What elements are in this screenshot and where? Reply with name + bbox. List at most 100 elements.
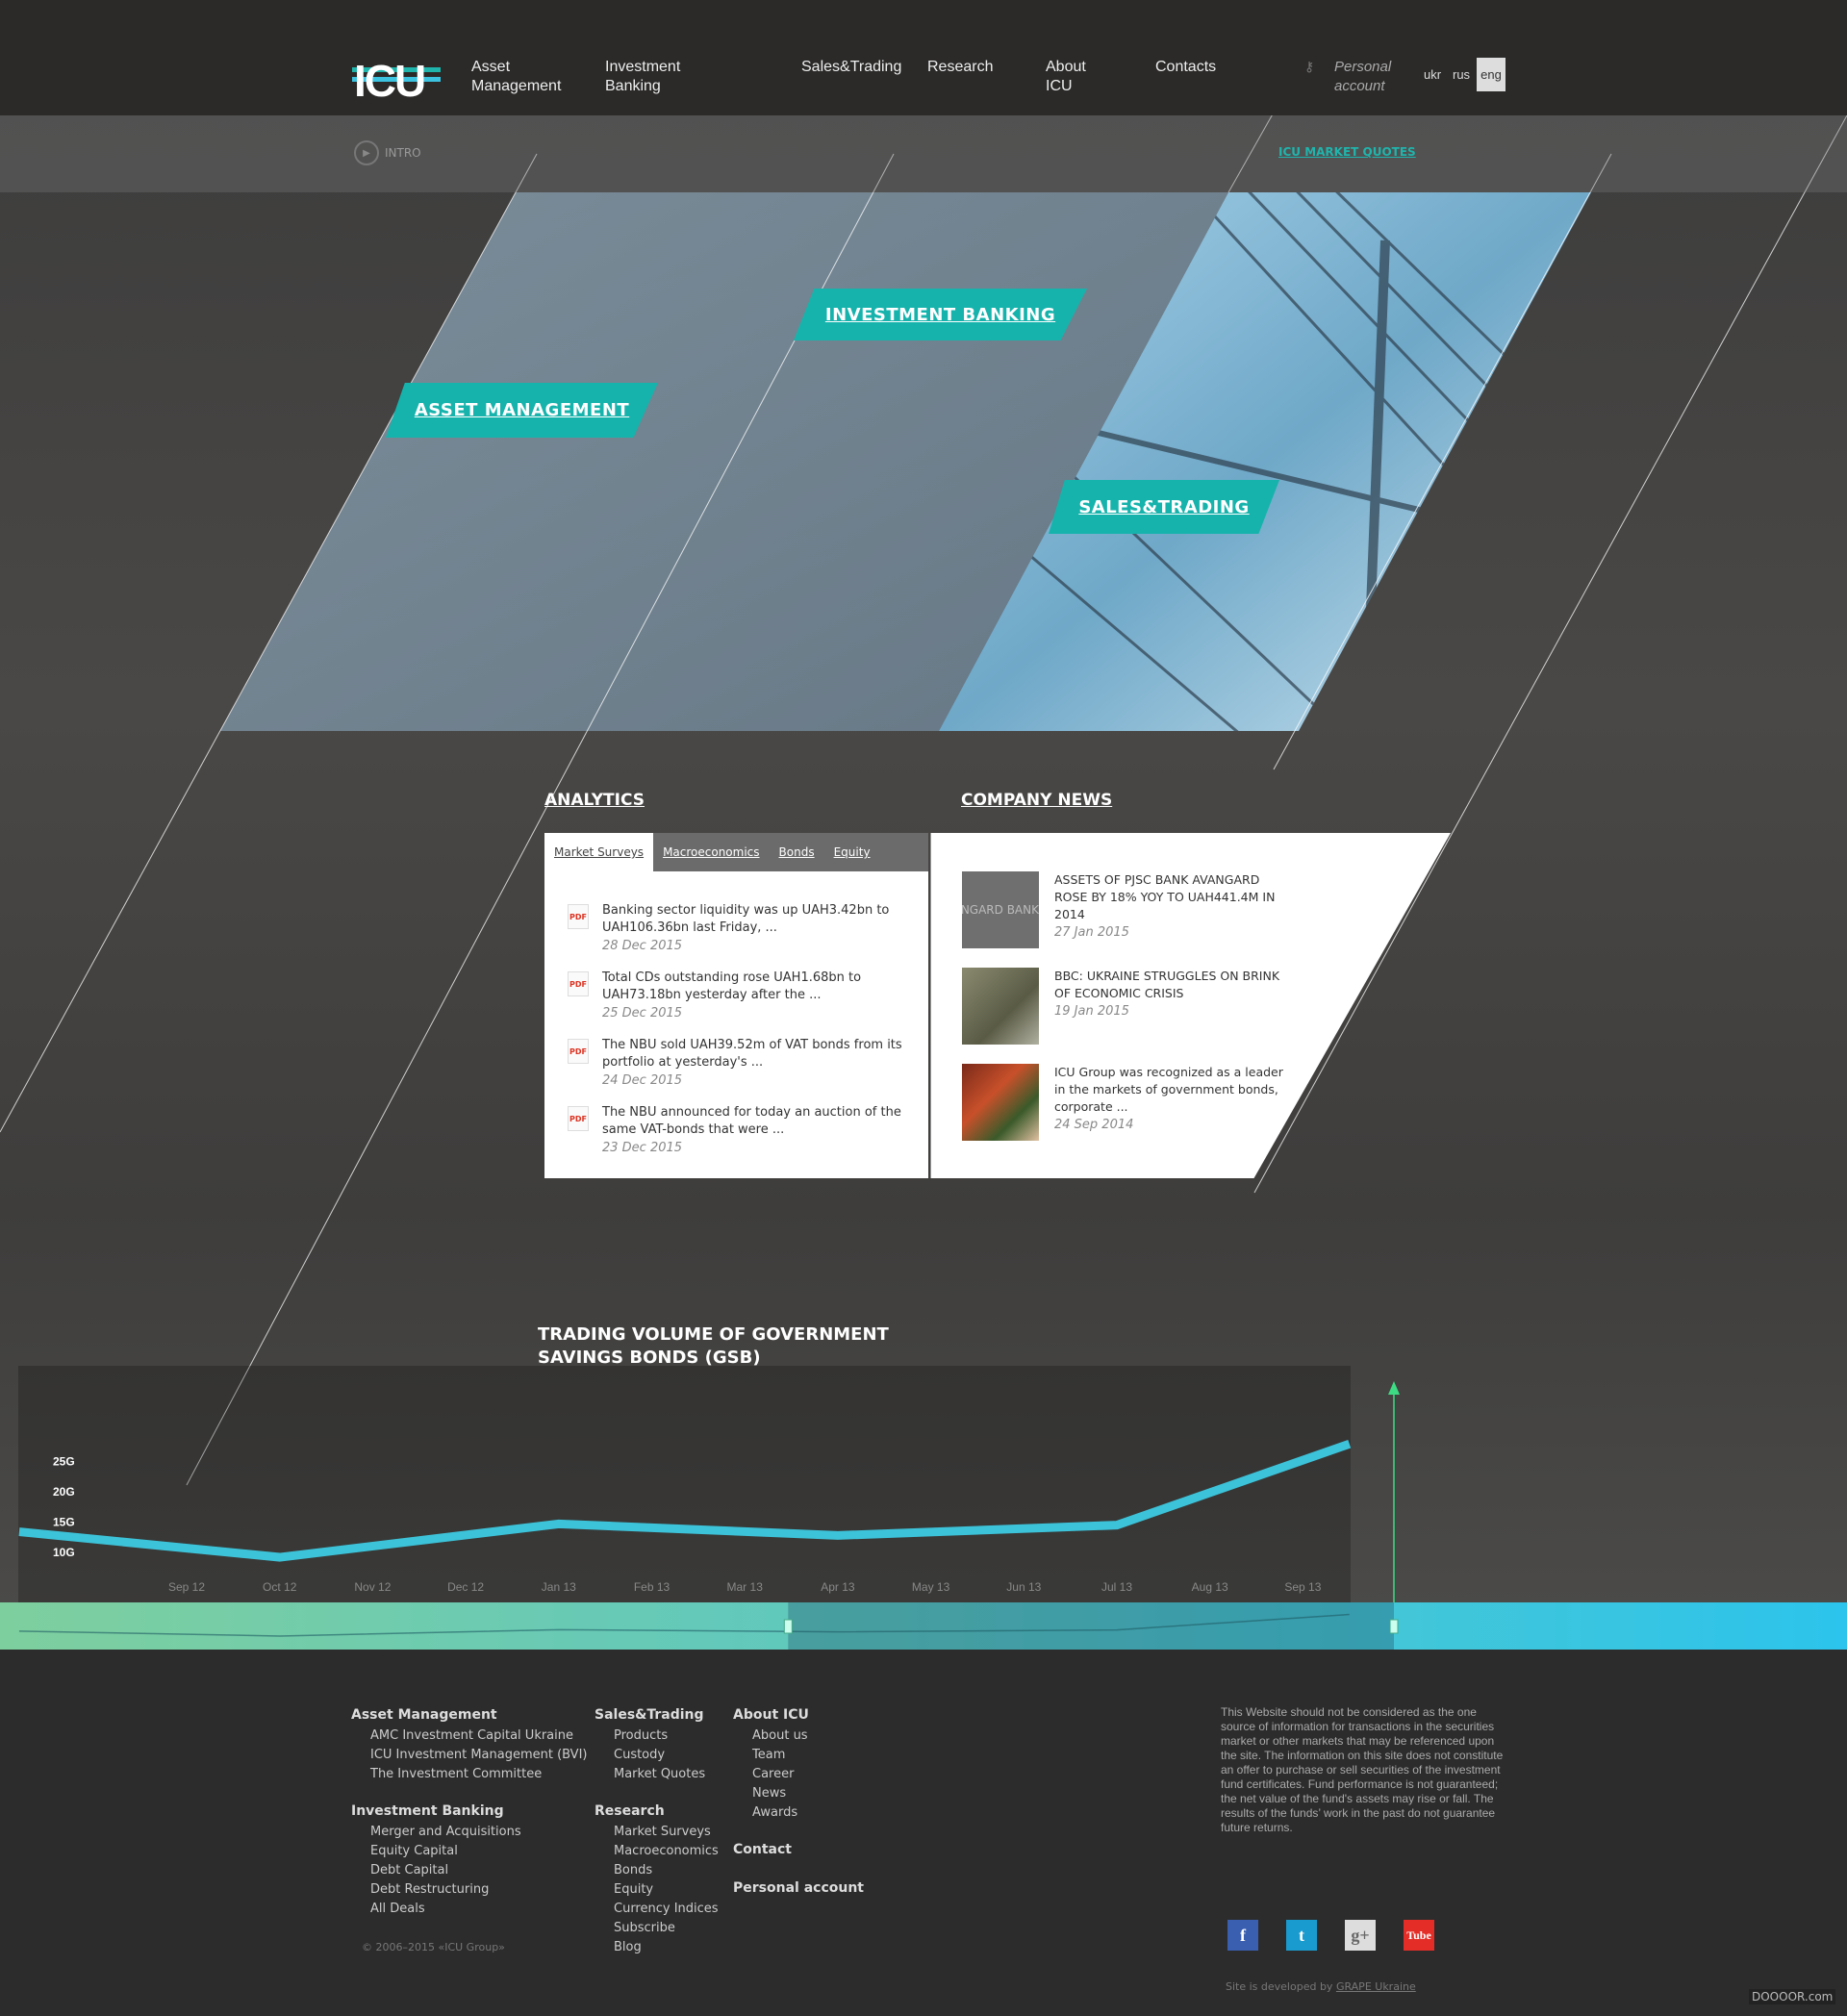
analytics-item[interactable]: PDF Banking sector liquidity was up UAH3.… xyxy=(568,902,914,956)
svg-text:ICU: ICU xyxy=(354,56,424,100)
footer-link[interactable]: News xyxy=(752,1786,786,1801)
nav-sales-trading[interactable]: Sales&Trading xyxy=(801,58,917,77)
news-thumbnail[interactable]: AVANGARD BANK xyxy=(962,871,1039,948)
analytics-item-body: Total CDs outstanding rose UAH1.68bn to … xyxy=(602,970,914,1023)
twitter-icon[interactable]: t xyxy=(1286,1920,1317,1951)
pdf-icon: PDF xyxy=(568,1106,589,1131)
footer-heading-contact[interactable]: Contact xyxy=(733,1842,792,1857)
footer-link[interactable]: Equity Capital xyxy=(370,1844,458,1858)
x-tick-label: Feb 13 xyxy=(634,1580,670,1594)
asset-management-ribbon[interactable]: ASSET MANAGEMENT xyxy=(386,383,658,438)
footer-link[interactable]: AMC Investment Capital Ukraine xyxy=(370,1728,573,1743)
tab-macroeconomics[interactable]: Macroeconomics xyxy=(653,833,769,871)
footer-heading-investment-banking[interactable]: Investment Banking xyxy=(351,1803,504,1819)
nav-contacts[interactable]: Contacts xyxy=(1155,58,1271,77)
grape-ukraine-link[interactable]: GRAPE Ukraine xyxy=(1336,1980,1416,1993)
tab-equity[interactable]: Equity xyxy=(824,833,880,871)
news-item-date: 24 Sep 2014 xyxy=(1054,1118,1134,1132)
youtube-icon[interactable]: Tube xyxy=(1404,1920,1434,1951)
navigator-handle[interactable] xyxy=(783,1619,793,1634)
footer-link[interactable]: Subscribe xyxy=(614,1921,675,1935)
plot-area xyxy=(18,1366,1351,1602)
company-news-title[interactable]: COMPANY NEWS xyxy=(961,791,1112,810)
footer-link[interactable]: Market Quotes xyxy=(614,1767,705,1781)
pdf-icon: PDF xyxy=(568,971,589,996)
footer-link[interactable]: Currency Indices xyxy=(614,1902,719,1916)
lang-ukr[interactable]: ukr xyxy=(1424,67,1441,82)
tab-bonds[interactable]: Bonds xyxy=(770,833,824,871)
analytics-item-text[interactable]: Total CDs outstanding rose UAH1.68bn to … xyxy=(602,970,914,1004)
lang-rus[interactable]: rus xyxy=(1453,67,1470,82)
footer-heading-sales-trading[interactable]: Sales&Trading xyxy=(595,1707,704,1723)
navigator-handle[interactable] xyxy=(1389,1619,1399,1634)
analytics-item-date: 23 Dec 2015 xyxy=(602,1141,683,1155)
news-thumbnail[interactable] xyxy=(962,1064,1039,1141)
footer-heading-asset-management[interactable]: Asset Management xyxy=(351,1707,497,1723)
play-icon: ▶ xyxy=(354,140,379,165)
analytics-item-text[interactable]: Banking sector liquidity was up UAH3.42b… xyxy=(602,902,914,937)
news-item[interactable]: AVANGARD BANK ASSETS OF PJSC BANK AVANGAR… xyxy=(962,871,1289,948)
analytics-item-date: 28 Dec 2015 xyxy=(602,939,683,953)
google-plus-icon[interactable]: g+ xyxy=(1345,1920,1376,1951)
nav-about-icu[interactable]: About ICU xyxy=(1046,58,1161,96)
x-tick-label: Dec 12 xyxy=(447,1580,484,1594)
news-item[interactable]: ICU Group was recognized as a leader in … xyxy=(962,1064,1289,1141)
footer-link[interactable]: Merger and Acquisitions xyxy=(370,1825,521,1839)
footer-link[interactable]: About us xyxy=(752,1728,808,1743)
lang-eng-active[interactable]: eng xyxy=(1477,58,1505,91)
footer-link[interactable]: Team xyxy=(752,1748,785,1762)
news-thumbnail[interactable] xyxy=(962,968,1039,1045)
footer-link[interactable]: Custody xyxy=(614,1748,665,1762)
x-tick-label: May 13 xyxy=(912,1580,950,1594)
footer-link[interactable]: Career xyxy=(752,1767,794,1781)
x-tick-label: Sep 13 xyxy=(1284,1580,1321,1594)
news-item-text[interactable]: BBC: UKRAINE STRUGGLES ON BRINK OF ECONO… xyxy=(1054,968,1289,1002)
y-tick-label: 20G xyxy=(53,1485,75,1499)
investment-banking-ribbon[interactable]: INVESTMENT BANKING xyxy=(794,289,1087,340)
news-item-body: ICU Group was recognized as a leader in … xyxy=(1054,1064,1289,1141)
analytics-item-text[interactable]: The NBU announced for today an auction o… xyxy=(602,1104,914,1139)
footer-heading-personal-account[interactable]: Personal account xyxy=(733,1880,864,1896)
analytics-title[interactable]: ANALYTICS xyxy=(544,791,645,810)
nav-investment-banking[interactable]: Investment Banking xyxy=(605,58,721,96)
disclaimer: This Website should not be considered as… xyxy=(1221,1705,1504,1834)
footer-heading-research[interactable]: Research xyxy=(595,1803,665,1819)
footer-link[interactable]: All Deals xyxy=(370,1902,425,1916)
analytics-item-date: 25 Dec 2015 xyxy=(602,1006,683,1021)
footer-link[interactable]: Debt Capital xyxy=(370,1863,448,1877)
news-item[interactable]: BBC: UKRAINE STRUGGLES ON BRINK OF ECONO… xyxy=(962,968,1289,1045)
footer-link[interactable]: Macroeconomics xyxy=(614,1844,719,1858)
navigator-window[interactable] xyxy=(788,1602,1394,1651)
analytics-item-text[interactable]: The NBU sold UAH39.52m of VAT bonds from… xyxy=(602,1037,914,1071)
nav-asset-management[interactable]: Asset Management xyxy=(471,58,587,96)
gsb-chart: 25G 20G 15G 10G Sep 12 Oct 12 Nov 12 Dec 12 Jan … xyxy=(0,1366,1847,1651)
news-item-body: ASSETS OF PJSC BANK AVANGARD ROSE BY 18%… xyxy=(1054,871,1289,948)
sales-trading-ribbon[interactable]: SALES&TRADING xyxy=(1049,480,1279,534)
analytics-item-body: The NBU announced for today an auction o… xyxy=(602,1104,914,1158)
analytics-item[interactable]: PDF The NBU sold UAH39.52m of VAT bonds f… xyxy=(568,1037,914,1091)
footer-link[interactable]: Awards xyxy=(752,1805,797,1820)
analytics-item[interactable]: PDF Total CDs outstanding rose UAH1.68bn … xyxy=(568,970,914,1023)
footer-heading-about-icu[interactable]: About ICU xyxy=(733,1707,809,1723)
pdf-icon: PDF xyxy=(568,904,589,929)
footer-link[interactable]: The Investment Committee xyxy=(370,1767,542,1781)
market-quotes-link[interactable]: ICU MARKET QUOTES xyxy=(1278,145,1416,159)
analytics-item[interactable]: PDF The NBU announced for today an auctio… xyxy=(568,1104,914,1158)
news-item-text[interactable]: ICU Group was recognized as a leader in … xyxy=(1054,1064,1289,1116)
x-tick-label: Sep 12 xyxy=(168,1580,205,1594)
footer-link[interactable]: Blog xyxy=(614,1940,642,1954)
facebook-icon[interactable]: f xyxy=(1227,1920,1258,1951)
nav-research[interactable]: Research xyxy=(927,58,1043,77)
footer-link[interactable]: Debt Restructuring xyxy=(370,1882,489,1897)
footer-link[interactable]: Equity xyxy=(614,1882,653,1897)
developed-by-label: Site is developed by xyxy=(1226,1980,1336,1993)
footer-link[interactable]: Market Surveys xyxy=(614,1825,711,1839)
news-item-text[interactable]: ASSETS OF PJSC BANK AVANGARD ROSE BY 18%… xyxy=(1054,871,1289,923)
footer-link[interactable]: ICU Investment Management (BVI) xyxy=(370,1748,587,1762)
icu-logo[interactable]: ICU xyxy=(352,56,444,106)
intro-button[interactable]: ▶ INTRO xyxy=(354,140,421,165)
footer-link[interactable]: Products xyxy=(614,1728,668,1743)
footer-link[interactable]: Bonds xyxy=(614,1863,652,1877)
tab-market-surveys[interactable]: Market Surveys xyxy=(544,833,654,871)
y-tick-label: 10G xyxy=(53,1546,75,1559)
